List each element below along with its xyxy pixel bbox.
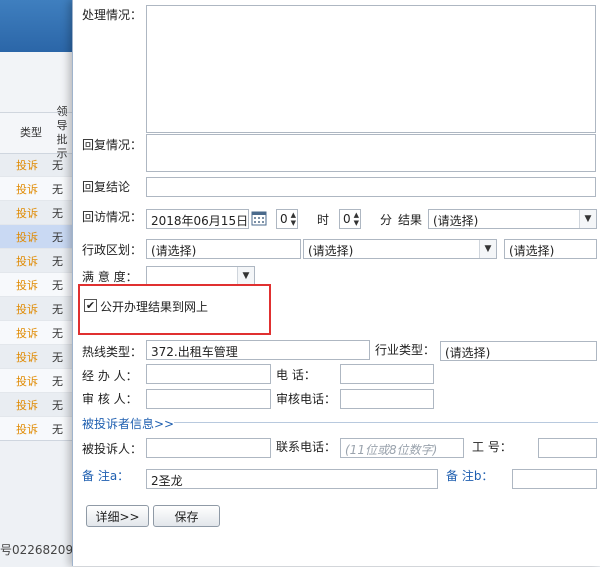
- publish-checkbox[interactable]: ✔: [84, 299, 97, 312]
- reply-conclusion-input[interactable]: [146, 177, 596, 197]
- satisfaction-select[interactable]: ▼: [146, 266, 255, 286]
- row-type: 投诉: [16, 375, 38, 388]
- industry-type-value: (请选择): [445, 346, 491, 360]
- result-select[interactable]: (请选择) ▼: [428, 209, 597, 229]
- row-type: 投诉: [16, 279, 38, 292]
- note-a-input[interactable]: 2圣龙: [146, 469, 438, 489]
- reply-label: 回复情况：: [82, 138, 143, 152]
- employee-no-input[interactable]: [538, 438, 597, 458]
- district-label: 行政区划：: [82, 243, 143, 257]
- result-select-value: (请选择): [433, 214, 479, 228]
- processing-textarea[interactable]: [146, 5, 596, 133]
- row-flag: 无: [52, 207, 63, 220]
- minute-unit: 分: [380, 213, 393, 227]
- spinner-arrows-icon[interactable]: ▲ ▼: [354, 211, 359, 227]
- contact-phone-input[interactable]: (11位或8位数字): [340, 438, 464, 458]
- chevron-down-icon[interactable]: ▼: [579, 210, 596, 228]
- record-id: 号02268209: [0, 543, 74, 557]
- row-flag: 无: [52, 375, 63, 388]
- reply-textarea[interactable]: [146, 134, 596, 172]
- note-a-label: 备 注a：: [82, 469, 130, 483]
- complainee-input[interactable]: [146, 438, 271, 458]
- calendar-icon[interactable]: [251, 210, 267, 226]
- hotline-type-input[interactable]: 372.出租车管理: [146, 340, 370, 360]
- handler-label: 经 办 人：: [82, 369, 138, 383]
- contact-phone-placeholder: (11位或8位数字): [345, 443, 438, 457]
- visit-hour-stepper[interactable]: 0 ▲ ▼: [276, 209, 298, 229]
- row-flag: 无: [52, 423, 63, 436]
- note-b-label: 备 注b：: [446, 469, 494, 483]
- row-flag: 无: [52, 231, 63, 244]
- result-label: 结果: [398, 213, 423, 227]
- row-flag: 无: [52, 303, 63, 316]
- district-select-1[interactable]: (请选择): [146, 239, 301, 259]
- complainee-info-link[interactable]: 被投诉者信息>>: [82, 415, 174, 432]
- row-flag: 无: [52, 279, 63, 292]
- processing-label: 处理情况：: [82, 8, 143, 22]
- reply-conclusion-label: 回复结论: [82, 180, 131, 194]
- reviewer-input[interactable]: [146, 389, 271, 409]
- employee-no-label: 工 号：: [472, 440, 512, 454]
- row-type: 投诉: [16, 327, 38, 340]
- row-type: 投诉: [16, 423, 38, 436]
- row-type: 投诉: [16, 399, 38, 412]
- note-b-input[interactable]: [512, 469, 597, 489]
- visit-minute-value: 0: [343, 212, 351, 226]
- chevron-down-icon[interactable]: ▼: [237, 267, 254, 285]
- visit-date-input[interactable]: 2018年06月15日: [146, 209, 249, 229]
- hour-unit: 时: [317, 213, 330, 227]
- contact-phone-label: 联系电话：: [276, 440, 337, 454]
- industry-type-label: 行业类型：: [375, 343, 436, 357]
- district-select-2[interactable]: (请选择) ▼: [303, 239, 497, 259]
- publish-checkbox-label: 公开办理结果到网上: [100, 300, 209, 314]
- row-flag: 无: [52, 159, 63, 172]
- reviewer-label: 审 核 人：: [82, 392, 138, 406]
- phone-label: 电 话：: [276, 368, 316, 382]
- row-flag: 无: [52, 399, 63, 412]
- row-type: 投诉: [16, 303, 38, 316]
- satisfaction-label: 满 意 度：: [82, 270, 138, 284]
- spinner-arrows-icon[interactable]: ▲ ▼: [291, 211, 296, 227]
- reviewer-phone-input[interactable]: [340, 389, 434, 409]
- column-header-leader[interactable]: 领导批示: [52, 105, 72, 160]
- phone-input[interactable]: [340, 364, 434, 384]
- visit-label: 回访情况：: [82, 210, 143, 224]
- visit-hour-value: 0: [280, 212, 288, 226]
- row-flag: 无: [52, 183, 63, 196]
- row-flag: 无: [52, 351, 63, 364]
- district-select-3[interactable]: (请选择): [504, 239, 597, 259]
- reviewer-phone-label: 审核电话：: [276, 392, 337, 406]
- district-select-2-value: (请选择): [308, 244, 354, 258]
- district-select-1-value: (请选择): [151, 244, 197, 258]
- chevron-down-icon[interactable]: ▼: [479, 240, 496, 258]
- industry-type-select[interactable]: (请选择): [440, 341, 597, 361]
- row-type: 投诉: [16, 255, 38, 268]
- visit-minute-stepper[interactable]: 0 ▲ ▼: [339, 209, 361, 229]
- save-button[interactable]: 保存: [153, 505, 220, 527]
- column-header-type[interactable]: 类型: [14, 113, 48, 153]
- row-flag: 无: [52, 255, 63, 268]
- row-flag: 无: [52, 327, 63, 340]
- hotline-type-label: 热线类型：: [82, 345, 143, 359]
- district-select-3-value: (请选择): [509, 244, 555, 258]
- row-type: 投诉: [16, 231, 38, 244]
- section-divider: [174, 422, 598, 423]
- checkmark-icon: ✔: [85, 299, 96, 312]
- row-type: 投诉: [16, 183, 38, 196]
- row-type: 投诉: [16, 159, 38, 172]
- complainee-label: 被投诉人：: [82, 442, 143, 456]
- row-type: 投诉: [16, 351, 38, 364]
- row-type: 投诉: [16, 207, 38, 220]
- details-button[interactable]: 详细>>: [86, 505, 149, 527]
- handler-input[interactable]: [146, 364, 271, 384]
